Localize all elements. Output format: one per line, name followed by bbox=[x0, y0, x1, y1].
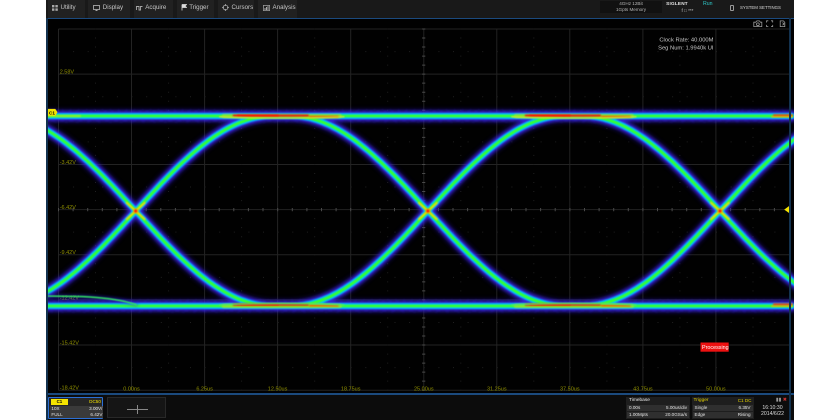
svg-text:-18.42V: -18.42V bbox=[60, 386, 80, 392]
svg-text:-6.42V: -6.42V bbox=[60, 205, 77, 211]
svg-text:Processing: Processing bbox=[702, 345, 729, 351]
svg-text:-3.42V: -3.42V bbox=[60, 160, 77, 166]
svg-text:C1: C1 bbox=[49, 110, 55, 115]
svg-text:Clock Rate: 40.000M: Clock Rate: 40.000M bbox=[659, 38, 713, 44]
svg-text:18.75us: 18.75us bbox=[341, 387, 361, 393]
svg-text:43.75us: 43.75us bbox=[633, 387, 653, 393]
svg-text:-9.42V: -9.42V bbox=[60, 250, 77, 256]
svg-text:0.00ns: 0.00ns bbox=[123, 387, 140, 393]
svg-text:37.50us: 37.50us bbox=[560, 387, 580, 393]
svg-text:50.00us: 50.00us bbox=[706, 387, 726, 393]
svg-text:31.25us: 31.25us bbox=[487, 387, 507, 393]
svg-text:6.25us: 6.25us bbox=[196, 387, 213, 393]
svg-text:25.00us: 25.00us bbox=[414, 387, 434, 393]
svg-text:2.58V: 2.58V bbox=[60, 70, 75, 76]
svg-text:12.50us: 12.50us bbox=[268, 387, 288, 393]
svg-text:-15.42V: -15.42V bbox=[60, 340, 80, 346]
svg-text:Seg Num: 1.9940k UI: Seg Num: 1.9940k UI bbox=[658, 45, 714, 51]
